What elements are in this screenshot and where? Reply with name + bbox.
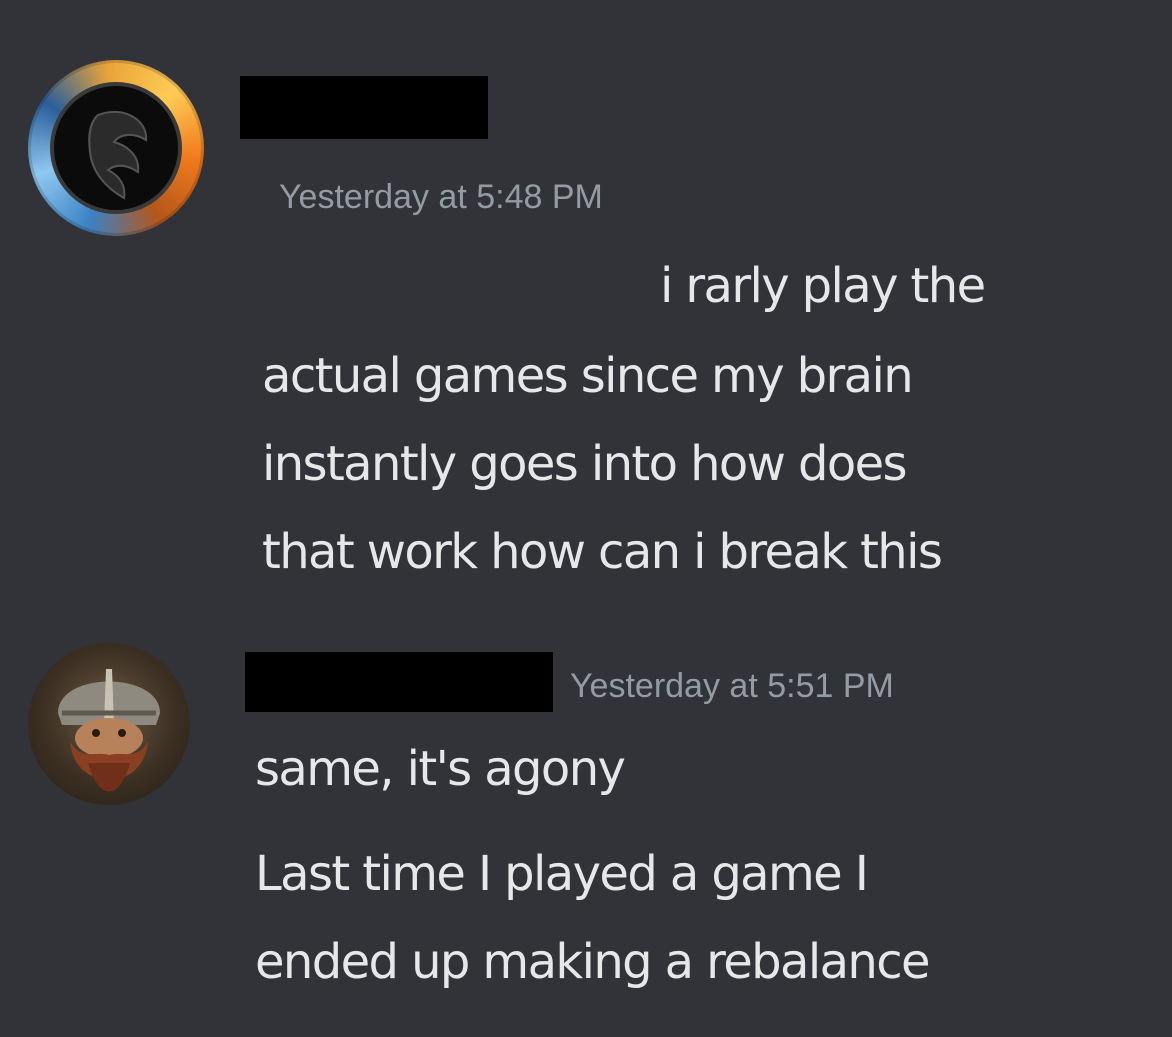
message-text-line: Last time I played a game I [255, 846, 869, 902]
message-text-line: that work how can i break this [262, 524, 943, 580]
message-text-line: i rarly play the [660, 258, 986, 314]
message-text-line: ended up making a rebalance [255, 934, 931, 990]
message-timestamp: Yesterday at 5:48 PM [279, 178, 603, 216]
username-redacted [245, 652, 553, 712]
message-text-line: same, it's agony [255, 741, 626, 797]
message-text-line: instantly goes into how does [262, 436, 908, 492]
avatar[interactable] [28, 60, 204, 236]
message-timestamp: Yesterday at 5:51 PM [570, 667, 894, 705]
message-text-line: actual games since my brain [262, 348, 914, 404]
dwarf-portrait-icon [58, 669, 160, 792]
dragon-logo-icon [50, 82, 182, 214]
avatar[interactable] [28, 643, 190, 805]
username-redacted [240, 76, 488, 139]
